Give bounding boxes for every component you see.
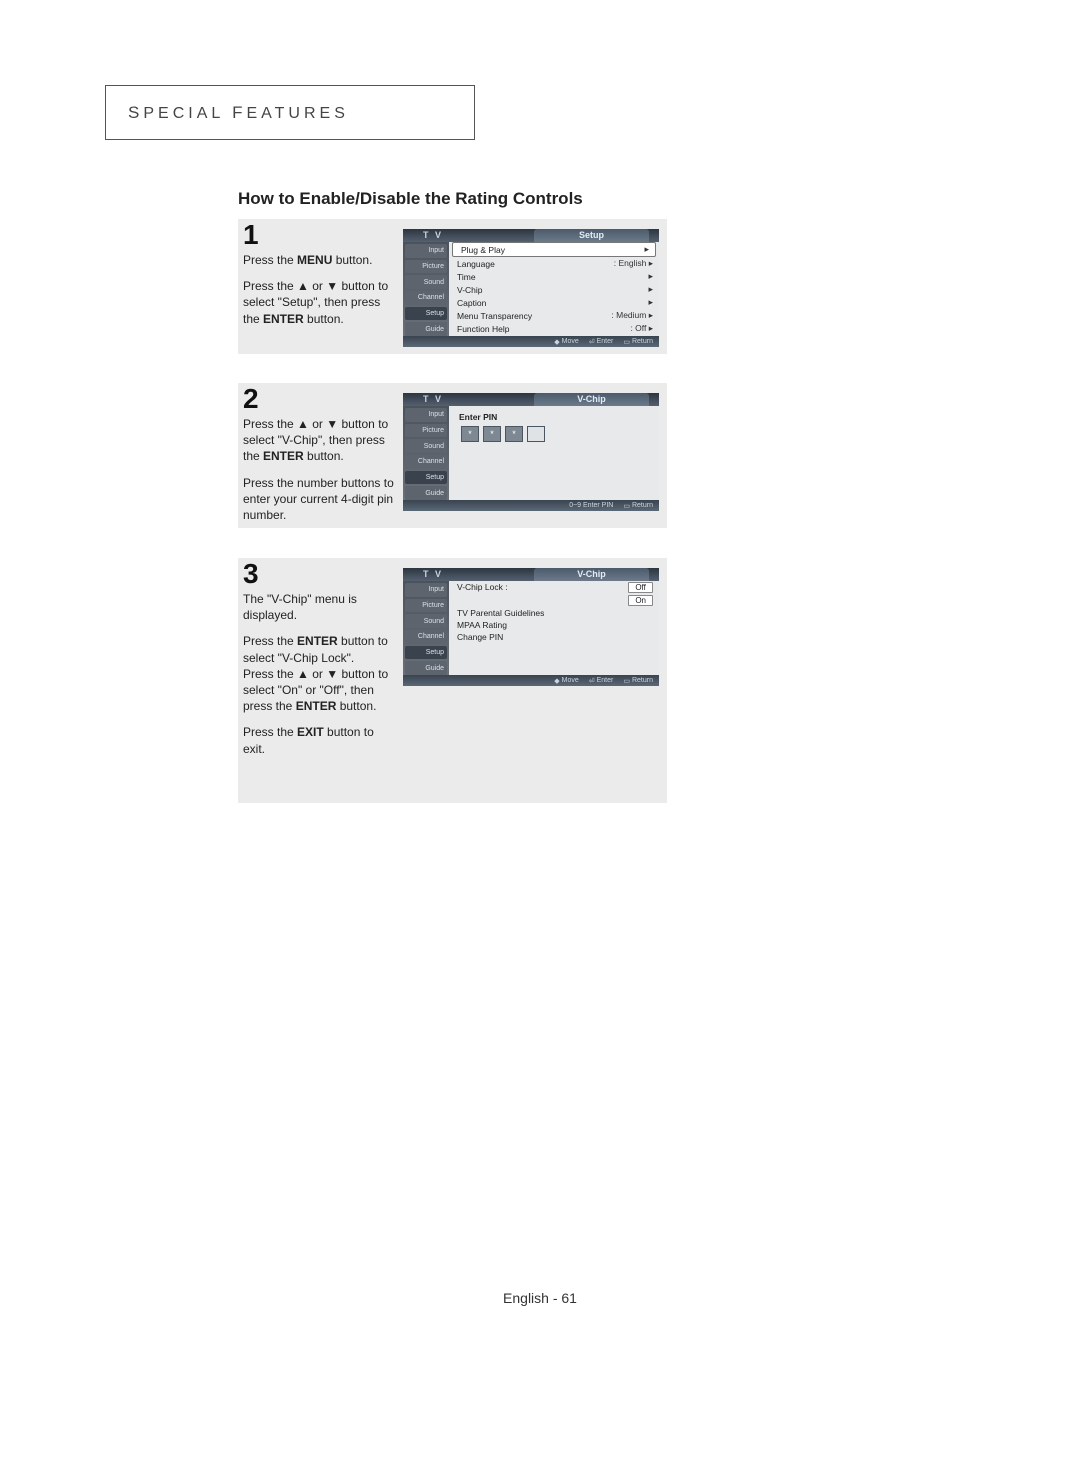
tv-titlebar: T V V-Chip [403,393,659,406]
tv-label: T V [423,569,443,579]
down-arrow-icon [326,667,338,681]
foot-return: ▭ Return [623,502,653,510]
pin-entry-row: * * * [449,422,659,442]
sidebar-item: Input [405,244,447,258]
menu-row: Change PIN [449,631,659,643]
tv-titlebar: T V V-Chip [403,568,659,581]
step-2-number: 2 [243,383,259,415]
step-2-block: 2 Press the or button to select "V-Chip"… [238,383,667,528]
pin-digit: * [505,426,523,442]
menu-row: TV Parental Guidelines [449,607,659,619]
step-3-block: 3 The "V-Chip" menu is displayed. Press … [238,558,667,803]
menu-row: Caption▸ [449,296,659,309]
up-arrow-icon [297,417,309,431]
step-2-text: Press the or button to select "V-Chip", … [243,416,398,523]
section-header-text: SPECIAL FEATURES [128,103,349,123]
step-3-number: 3 [243,558,259,590]
down-arrow-icon [326,279,338,293]
foot-return: ▭ Return [623,677,653,685]
tv-titlebar: T V Setup [403,229,659,242]
up-arrow-icon [297,667,309,681]
step-1-text: Press the MENU button. Press the or butt… [243,252,398,327]
tv-tab: Setup [534,229,649,242]
page-footer: English - 61 [0,1290,1080,1306]
foot-move: ◆ Move [554,338,579,346]
foot-return: ▭ Return [623,338,653,346]
page-title: How to Enable/Disable the Rating Control… [238,189,583,209]
option-off: Off [628,582,653,593]
manual-page: SPECIAL FEATURES How to Enable/Disable t… [0,0,1080,1474]
tv-footer: ◆ Move ⏎ Enter ▭ Return [403,675,659,686]
up-arrow-icon [297,279,309,293]
step-1-block: 1 Press the MENU button. Press the or bu… [238,219,667,354]
sidebar-item: Picture [405,260,447,274]
option-on: On [628,595,653,606]
tv-screenshot-setup: T V Setup Input Picture Sound Channel Se… [403,229,659,347]
pin-digit: * [483,426,501,442]
menu-row: V-Chip▸ [449,283,659,296]
menu-row: Time▸ [449,270,659,283]
menu-row-plugplay: Plug & Play▸ [452,242,656,257]
tv-label: T V [423,230,443,240]
pin-digit: * [461,426,479,442]
sidebar-item: Channel [405,291,447,305]
step-3-text: The "V-Chip" menu is displayed. Press th… [243,591,398,757]
down-arrow-icon [326,417,338,431]
tv-label: T V [423,394,443,404]
tv-tab: V-Chip [534,568,649,581]
menu-row-vchiplock: V-Chip Lock : Off On [449,581,659,607]
foot-enter: ⏎ Enter [589,338,614,346]
sidebar-item-setup: Setup [405,307,447,321]
foot-pin: 0~9 Enter PIN [569,502,613,509]
tv-sidebar: Input Picture Sound Channel Setup Guide [403,242,449,336]
sidebar-item: Guide [405,322,447,336]
tv-sidebar: Input Picture Sound Channel Setup Guide [403,581,449,675]
menu-row: Function Help: Off ▸ [449,322,659,335]
tv-screenshot-pin: T V V-Chip Input Picture Sound Channel S… [403,393,659,511]
foot-enter: ⏎ Enter [589,677,614,685]
menu-row: Language: English ▸ [449,257,659,270]
menu-row: MPAA Rating [449,619,659,631]
foot-move: ◆ Move [554,677,579,685]
tv-main-panel: V-Chip Lock : Off On TV Parental Guideli… [449,581,659,675]
tv-tab: V-Chip [534,393,649,406]
tv-footer: ◆ Move ⏎ Enter ▭ Return [403,336,659,347]
tv-screenshot-vchip: T V V-Chip Input Picture Sound Channel S… [403,568,659,686]
right-arrow-icon: ▸ [644,244,649,255]
tv-main-panel: Enter PIN * * * [449,406,659,500]
pin-digit-empty [527,426,545,442]
menu-row: Menu Transparency: Medium ▸ [449,309,659,322]
sidebar-item: Sound [405,275,447,289]
step-1-number: 1 [243,219,259,251]
tv-sidebar: Input Picture Sound Channel Setup Guide [403,406,449,500]
enter-pin-label: Enter PIN [449,406,659,422]
tv-main-panel: Plug & Play▸ Language: English ▸ Time▸ V… [449,242,659,336]
tv-footer: 0~9 Enter PIN ▭ Return [403,500,659,511]
section-header-box: SPECIAL FEATURES [105,85,475,140]
